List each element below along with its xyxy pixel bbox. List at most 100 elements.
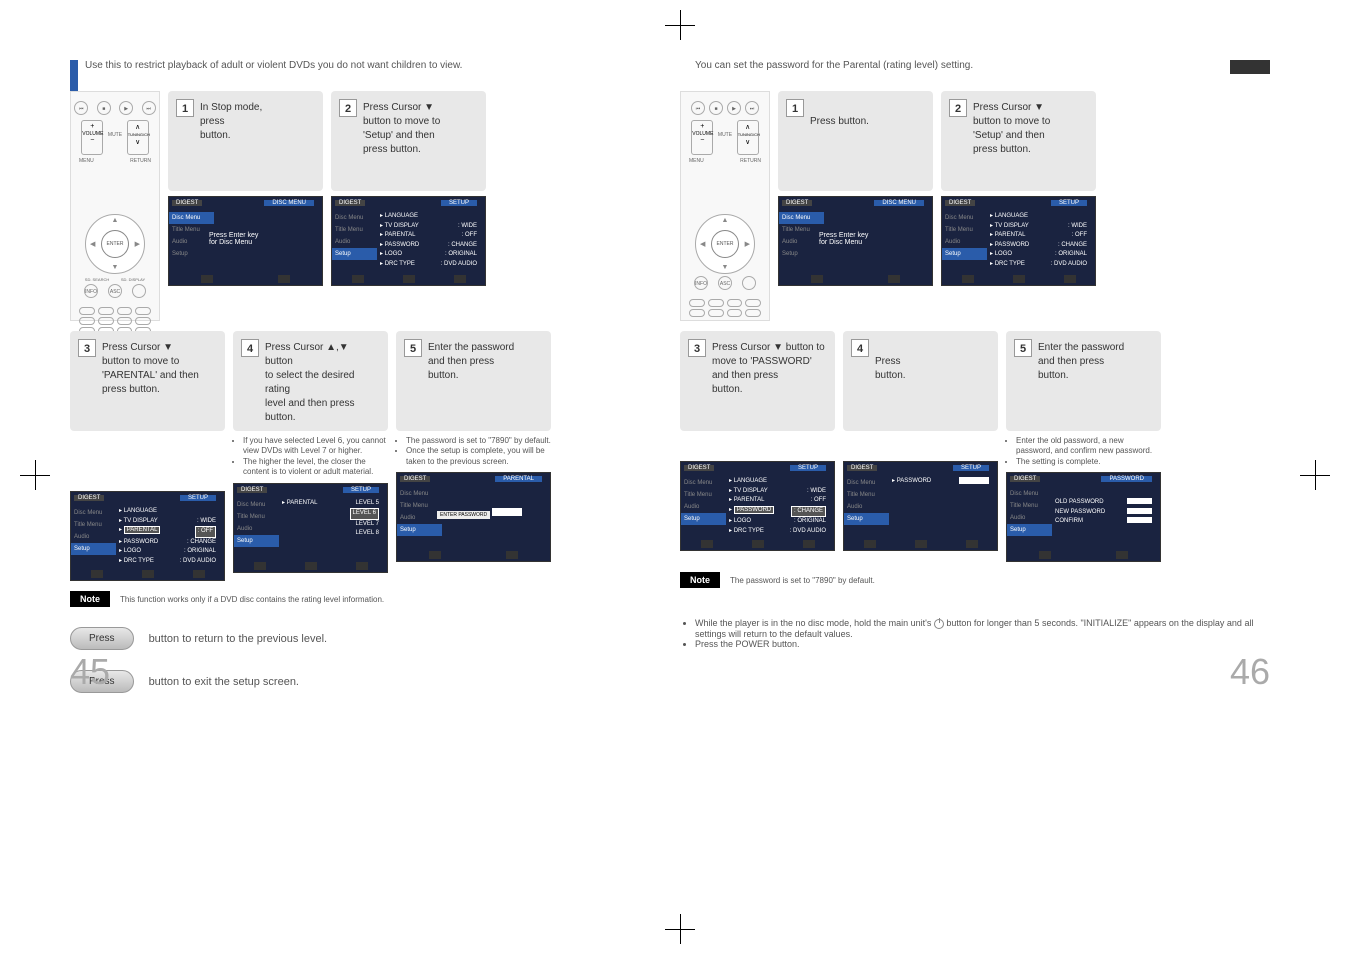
- step-row-1: ⏮ ■ ▶ ⏭ +VOLUME− MUTE ∧TUNING/CH∨ MENU R…: [70, 91, 660, 321]
- remote-menu-label: MENU: [79, 158, 94, 164]
- bullet: The setting is complete.: [1016, 457, 1161, 467]
- step-r3-col: 3 Press Cursor ▼ button to move to 'PASS…: [680, 331, 835, 562]
- intro-text: Use this to restrict playback of adult o…: [85, 60, 660, 71]
- ss-tab: Disc Menu: [234, 499, 279, 511]
- initialize-bullet: Press the POWER button.: [695, 639, 1270, 649]
- left-page: Use this to restrict playback of adult o…: [70, 60, 660, 693]
- initialize-bullet: While the player is in the no disc mode,…: [695, 618, 1270, 639]
- footer-exit-row: Press button to exit the setup screen.: [70, 670, 660, 693]
- ss-header-left: DIGEST: [172, 200, 202, 206]
- step-2-text: Press Cursor ▼: [363, 102, 434, 113]
- ss-tab: Disc Menu: [332, 212, 377, 224]
- step-row-1-right: ⏮■▶⏭ +VOLUME− MUTE ∧TUNING/CH∨ MENURETUR…: [680, 91, 1270, 321]
- screenshot-levels: DIGEST SETUP Disc Menu Title Menu Audio …: [233, 483, 388, 573]
- step-r5-col: 5 Enter the password and then press butt…: [1006, 331, 1161, 562]
- step-r1-num: 1: [786, 99, 804, 117]
- step-5-bullets: The password is set to "7890" by default…: [396, 436, 551, 467]
- bullet: Once the setup is complete, you will be …: [406, 446, 551, 467]
- step-row-2-right: 3 Press Cursor ▼ button to move to 'PASS…: [680, 331, 1270, 562]
- intro-text: You can set the password for the Parenta…: [695, 60, 1270, 71]
- ss-tab: Setup: [397, 524, 442, 536]
- step-text: Press Cursor ▼: [973, 102, 1044, 113]
- step-r3-box: 3 Press Cursor ▼ button to move to 'PASS…: [680, 331, 835, 431]
- ss-text: Press Enter key: [209, 232, 258, 239]
- screenshot-password-hl: DIGEST SETUP Disc Menu Title Menu Audio …: [680, 461, 835, 551]
- ss-header-left: DIGEST: [237, 487, 267, 493]
- ss-tab: Audio: [234, 523, 279, 535]
- step-5-text: button.: [428, 370, 459, 381]
- remote-stop-icon: ■: [97, 101, 111, 115]
- step-text: button.: [1000, 144, 1031, 155]
- step-r4-box: 4 Press button.: [843, 331, 998, 431]
- ss-tab: Title Menu: [397, 500, 442, 512]
- power-icon: [934, 619, 944, 629]
- step-3-col: 3 Press Cursor ▼ button to move to 'PARE…: [70, 331, 225, 581]
- ss-tab: Audio: [71, 531, 116, 543]
- step-2-text: button.: [390, 144, 421, 155]
- screenshot-password-change: DIGEST PASSWORD Disc Menu Title Menu Aud…: [1006, 472, 1161, 562]
- ss-title: PARENTAL: [495, 476, 542, 482]
- note-text: The password is set to "7890" by default…: [730, 576, 875, 585]
- step-column-r1: 1 Press button. DIGEST DISC MENU Disc Me…: [778, 91, 933, 321]
- remote-volume: +VOLUME−: [81, 120, 103, 155]
- remote-btn-3: [132, 284, 146, 298]
- page-number: 45: [70, 651, 110, 693]
- step-1-text-2: press: [200, 116, 224, 127]
- ss-header-left: DIGEST: [400, 476, 430, 482]
- step-3-box: 3 Press Cursor ▼ button to move to 'PARE…: [70, 331, 225, 431]
- ss-tab: Title Menu: [169, 224, 214, 236]
- bullet: Enter the old password, a new password, …: [1016, 436, 1161, 457]
- step-1-box: 1 In Stop mode, press button.: [168, 91, 323, 191]
- ss-tab: Disc Menu: [71, 507, 116, 519]
- screenshot-password-entry: DIGEST PARENTAL Disc Menu Title Menu Aud…: [396, 472, 551, 562]
- step-3-text: button to move to: [102, 356, 179, 367]
- ss-tab: Title Menu: [234, 511, 279, 523]
- step-2-num: 2: [339, 99, 357, 117]
- step-2-text: 'Setup' and then: [363, 130, 435, 141]
- ss-tab: Audio: [397, 512, 442, 524]
- remote-dpad: ENTER ▲ ▼ ◀ ▶: [85, 214, 145, 274]
- step-text: 'Setup' and then: [973, 130, 1045, 141]
- ss-title: SETUP: [180, 495, 216, 501]
- remote-play-icon: ▶: [119, 101, 133, 115]
- right-page: You can set the password for the Parenta…: [680, 60, 1270, 693]
- screenshot-password-input: DIGEST SETUP Disc Menu Title Menu Audio …: [843, 461, 998, 551]
- remote-prev-icon: ⏮: [74, 101, 88, 115]
- step-2-text: button to move to: [363, 116, 440, 127]
- step-r5-bullets: Enter the old password, a new password, …: [1006, 436, 1161, 467]
- step-4-text: button.: [265, 412, 296, 423]
- bullet: The password is set to "7890" by default…: [406, 436, 551, 446]
- ss-header-left: DIGEST: [335, 200, 365, 206]
- step-4-text: to select the desired rating: [265, 370, 355, 395]
- step-text: press: [973, 144, 997, 155]
- footer-return-row: Press button to return to the previous l…: [70, 627, 660, 650]
- step-r5-box: 5 Enter the password and then press butt…: [1006, 331, 1161, 431]
- page-number: 46: [1230, 651, 1270, 693]
- step-5-box: 5 Enter the password and then press butt…: [396, 331, 551, 431]
- spread-container: Use this to restrict playback of adult o…: [0, 0, 1350, 723]
- step-4-text: level and then press: [265, 398, 355, 409]
- step-text: Enter the password: [1038, 342, 1124, 353]
- step-3-text: press: [102, 384, 126, 395]
- note-row-right: Note The password is set to "7890" by de…: [680, 572, 1270, 588]
- remote-return-label: RETURN: [130, 158, 151, 164]
- step-column-2: 2 Press Cursor ▼ button to move to 'Setu…: [331, 91, 486, 321]
- ss-tab: Title Menu: [71, 519, 116, 531]
- step-text: and then press: [1038, 356, 1104, 367]
- remote-mute-label: MUTE: [108, 120, 122, 155]
- footer-text: button to return to the previous level.: [149, 633, 328, 645]
- remote-info-btn: INFO: [84, 284, 98, 298]
- step-r3-num: 3: [688, 339, 706, 357]
- step-text: button.: [712, 384, 743, 395]
- step-4-num: 4: [241, 339, 259, 357]
- remote-illustration-right: ⏮■▶⏭ +VOLUME− MUTE ∧TUNING/CH∨ MENURETUR…: [680, 91, 770, 321]
- step-4-col: 4 Press Cursor ▲,▼ button to select the …: [233, 331, 388, 581]
- bullet: The higher the level, the closer the con…: [243, 457, 388, 478]
- ss-tab: Setup: [332, 248, 377, 260]
- step-3-text: 'PARENTAL' and then: [102, 370, 199, 381]
- ss-tab: Disc Menu: [169, 212, 214, 224]
- step-r5-num: 5: [1014, 339, 1032, 357]
- ss-tab: Setup: [234, 535, 279, 547]
- remote-enter-label: ENTER: [107, 241, 124, 247]
- step-text: Press: [810, 116, 836, 127]
